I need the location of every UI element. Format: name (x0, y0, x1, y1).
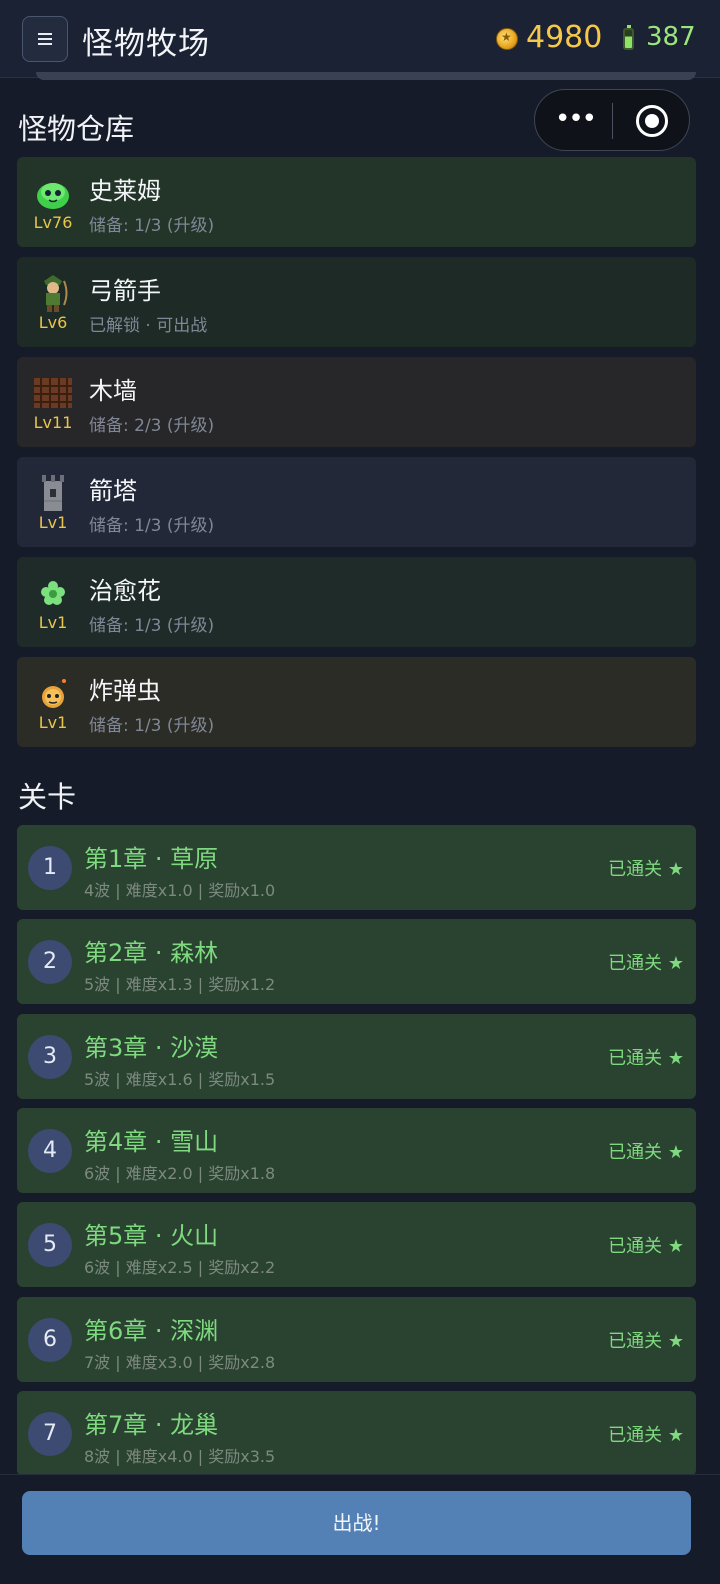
monster-name: 木墙 (89, 377, 137, 405)
bottom-bar: 出战! (0, 1474, 720, 1584)
heal-flower-icon (33, 573, 73, 613)
monster-status: 储备: 1/3 (升级) (89, 216, 215, 236)
level-card[interactable]: 3 第3章 · 沙漠 5波 | 难度x1.6 | 奖励x1.5 已通关 ★ (17, 1013, 696, 1099)
level-title: 第2章 · 森林 (84, 939, 219, 968)
scrolled-content-edge (36, 72, 696, 80)
menu-button[interactable] (22, 16, 68, 62)
monster-level: Lv1 (38, 513, 68, 532)
battle-button[interactable]: 出战! (22, 1491, 691, 1555)
monster-card[interactable]: Lv1 炸弹虫储备: 1/3 (升级) (17, 657, 696, 747)
level-number-badge: 2 (28, 940, 72, 985)
monster-level: Lv11 (33, 413, 73, 432)
level-info: 5波 | 难度x1.6 | 奖励x1.5 (84, 1069, 276, 1089)
top-bar: 怪物牧场 4980 387 (0, 0, 720, 78)
level-info: 6波 | 难度x2.5 | 奖励x2.2 (84, 1258, 276, 1278)
level-title: 第3章 · 沙漠 (84, 1033, 219, 1062)
level-title: 第6章 · 深渊 (84, 1316, 219, 1345)
levels-title: 关卡 (18, 780, 77, 814)
more-options-icon[interactable]: ••• (555, 104, 597, 134)
monster-status: 储备: 1/3 (升级) (89, 716, 215, 736)
monster-card[interactable]: Lv1 箭塔储备: 1/3 (升级) (17, 457, 696, 547)
level-info: 5波 | 难度x1.3 | 奖励x1.2 (84, 975, 276, 995)
monster-name: 治愈花 (89, 577, 161, 605)
level-number-badge: 4 (28, 1128, 72, 1173)
hamburger-icon (38, 30, 52, 48)
level-number-badge: 6 (28, 1317, 72, 1362)
level-cleared-status: 已通关 ★ (608, 1047, 684, 1069)
bomb-bug-icon (33, 673, 73, 713)
level-card[interactable]: 6 第6章 · 深渊 7波 | 难度x3.0 | 奖励x2.8 已通关 ★ (17, 1296, 696, 1382)
level-card[interactable]: 2 第2章 · 森林 5波 | 难度x1.3 | 奖励x1.2 已通关 ★ (17, 919, 696, 1005)
monster-status: 储备: 1/3 (升级) (89, 616, 215, 636)
monster-level: Lv1 (38, 713, 68, 732)
app-title: 怪物牧场 (82, 26, 210, 62)
monster-name: 炸弹虫 (89, 677, 161, 705)
level-cleared-status: 已通关 ★ (608, 1236, 684, 1258)
energy-count: 387 (646, 22, 696, 52)
gold-coin-icon (496, 28, 518, 50)
level-info: 4波 | 难度x1.0 | 奖励x1.0 (84, 881, 276, 900)
monster-card[interactable]: Lv6 弓箭手已解锁 · 可出战 (17, 257, 696, 347)
capsule-divider (612, 103, 613, 139)
level-info: 6波 | 难度x2.0 | 奖励x1.8 (84, 1163, 276, 1183)
monster-card[interactable]: Lv76 史莱姆储备: 1/3 (升级) (17, 157, 696, 247)
monster-status: 储备: 2/3 (升级) (89, 416, 215, 436)
level-title: 第1章 · 草原 (84, 845, 219, 873)
level-number-badge: 7 (28, 1411, 72, 1456)
level-info: 7波 | 难度x3.0 | 奖励x2.8 (84, 1352, 276, 1372)
archer-icon (33, 273, 73, 313)
slime-icon (33, 173, 73, 213)
level-info: 8波 | 难度x4.0 | 奖励x3.5 (84, 1446, 276, 1466)
wood-wall-icon (33, 373, 73, 413)
level-title: 第5章 · 火山 (84, 1222, 219, 1251)
monster-name: 箭塔 (89, 477, 137, 505)
monster-level: Lv6 (38, 313, 68, 332)
miniprogram-capsule: ••• (534, 89, 690, 151)
monster-level: Lv1 (38, 613, 68, 632)
arrow-tower-icon (33, 473, 73, 513)
level-title: 第4章 · 雪山 (84, 1127, 219, 1156)
level-title: 第7章 · 龙巢 (84, 1410, 219, 1439)
level-card[interactable]: 4 第4章 · 雪山 6波 | 难度x2.0 | 奖励x1.8 已通关 ★ (17, 1107, 696, 1193)
monster-card[interactable]: Lv1 治愈花储备: 1/3 (升级) (17, 557, 696, 647)
level-number-badge: 1 (28, 846, 72, 890)
level-number-badge: 5 (28, 1223, 72, 1268)
monster-level: Lv76 (33, 213, 73, 232)
energy-potion-icon (623, 25, 634, 50)
level-cleared-status: 已通关 ★ (608, 1141, 684, 1163)
monster-status: 已解锁 · 可出战 (89, 316, 208, 336)
monster-status: 储备: 1/3 (升级) (89, 516, 215, 536)
level-cleared-status: 已通关 ★ (608, 1330, 684, 1352)
warehouse-title: 怪物仓库 (18, 112, 135, 146)
monster-name: 弓箭手 (89, 277, 161, 305)
coin-count: 4980 (526, 20, 603, 55)
monster-name: 史莱姆 (89, 177, 161, 205)
level-cleared-status: 已通关 ★ (608, 1424, 684, 1446)
level-cleared-status: 已通关 ★ (608, 859, 684, 880)
level-card[interactable]: 7 第7章 · 龙巢 8波 | 难度x4.0 | 奖励x3.5 已通关 ★ (17, 1390, 696, 1476)
monster-card[interactable]: Lv11 木墙储备: 2/3 (升级) (17, 357, 696, 447)
level-cleared-status: 已通关 ★ (608, 953, 684, 975)
level-card[interactable]: 5 第5章 · 火山 6波 | 难度x2.5 | 奖励x2.2 已通关 ★ (17, 1202, 696, 1288)
close-miniprogram-icon[interactable] (636, 105, 668, 137)
level-card[interactable]: 1 第1章 · 草原 4波 | 难度x1.0 | 奖励x1.0 已通关 ★ (17, 825, 696, 910)
level-number-badge: 3 (28, 1034, 72, 1079)
